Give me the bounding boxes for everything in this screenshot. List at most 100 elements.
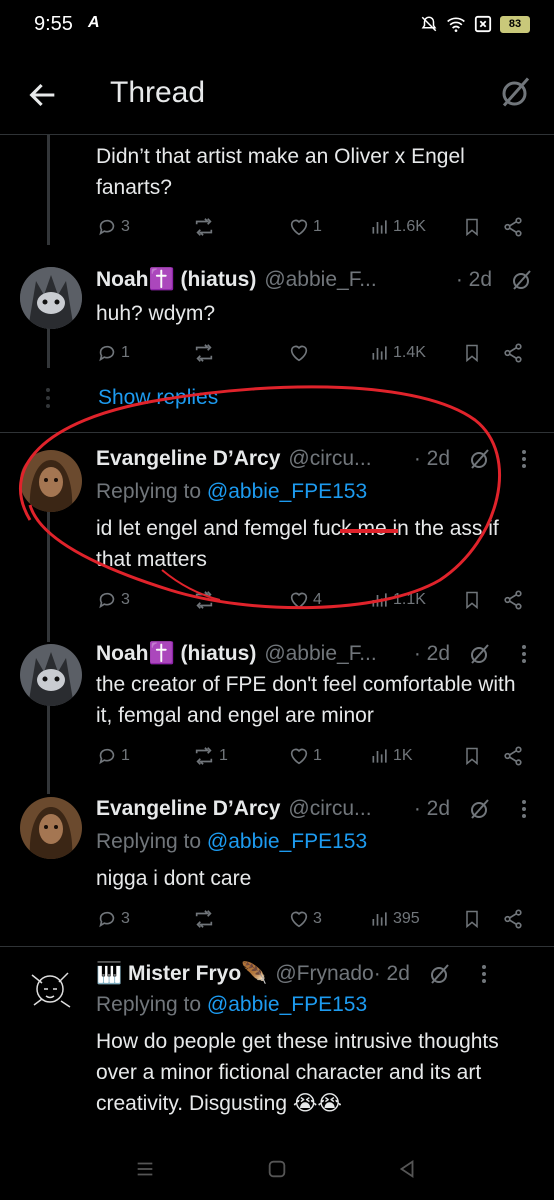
repost-button[interactable] [192,216,288,238]
back-button[interactable] [26,78,60,112]
page-title: Thread [110,76,206,109]
like-button[interactable]: 4 [288,589,370,611]
reply-button[interactable]: 1 [96,745,192,767]
post[interactable]: Didn’t that artist make an Oliver x Enge… [0,135,554,245]
post-text: Didn’t that artist make an Oliver x Enge… [96,145,465,199]
repost-button[interactable] [192,908,288,930]
post-header: Evangeline D’Arcy @circu... · 2d [96,795,534,823]
battery-icon: 83 [500,15,530,33]
post-text: the creator of FPE don't feel comfortabl… [96,673,516,727]
replying-to: Replying to @abbie_FPE153 [96,830,368,853]
show-replies-link[interactable]: Show replies [98,386,218,410]
bookmark-icon [466,910,478,929]
bookmark-button[interactable] [462,216,502,238]
views-button[interactable]: 1K [370,746,462,766]
bookmark-button[interactable] [462,745,502,767]
replying-to-link[interactable]: @abbie_FPE153 [207,993,367,1016]
handle[interactable]: @circu... [288,447,371,471]
repost-button[interactable] [192,342,288,364]
display-name[interactable]: Noah✝️ (hiatus) [96,268,256,292]
reply-icon [99,592,115,609]
reply-button[interactable]: 3 [96,589,192,611]
avatar[interactable] [20,644,82,706]
grok-icon[interactable] [428,962,452,986]
status-time: 9:55 [34,13,73,35]
repost-icon [195,910,213,928]
post[interactable]: Noah✝️ (hiatus) @abbie_F... · 2d the cre… [0,628,554,788]
grok-icon[interactable] [468,447,492,471]
display-name[interactable]: Evangeline D’Arcy [96,797,280,821]
more-options-icon[interactable] [514,642,534,666]
like-button[interactable]: 3 [288,908,370,930]
share-icon [504,746,522,766]
heart-icon [290,592,308,609]
post[interactable]: Evangeline D’Arcy @circu... · 2d Replyin… [0,780,554,940]
bookmark-button[interactable] [462,342,502,364]
like-button[interactable] [288,342,370,364]
bookmark-icon [466,747,478,766]
views-button[interactable]: 1.1K [370,590,462,610]
views-count: 1.4K [393,344,426,361]
views-button[interactable]: 1.4K [370,343,462,363]
bookmark-button[interactable] [462,908,502,930]
bookmark-icon [466,218,478,237]
timestamp: · 2d [413,447,450,470]
replying-to-link[interactable]: @abbie_FPE153 [207,830,367,853]
handle[interactable]: @abbie_F... [264,642,376,666]
back-nav-button[interactable] [392,1154,422,1184]
like-count: 1 [313,747,322,764]
post-actions: 3 3 395 [96,905,532,933]
timestamp: · 2d [373,962,410,985]
share-button[interactable] [502,342,532,364]
display-name[interactable]: 🎹 Mister Fryo🪶 [96,962,267,986]
display-name[interactable]: Evangeline D’Arcy [96,447,280,471]
handle[interactable]: @abbie_F... [264,268,376,292]
post[interactable]: Evangeline D’Arcy @circu... · 2d Replyin… [0,433,554,633]
recents-button[interactable] [130,1154,160,1184]
timestamp: · 2d [413,797,450,820]
reply-button[interactable]: 3 [96,908,192,930]
views-button[interactable]: 1.6K [370,217,462,237]
views-button[interactable]: 395 [370,909,462,929]
grok-button[interactable] [498,74,534,110]
like-count: 3 [313,910,322,927]
reply-button[interactable]: 1 [96,342,192,364]
post-header: Evangeline D’Arcy @circu... · 2d [96,445,534,473]
display-name[interactable]: Noah✝️ (hiatus) [96,642,256,666]
grok-icon[interactable] [468,642,492,666]
share-button[interactable] [502,216,532,238]
share-button[interactable] [502,589,532,611]
avatar[interactable] [20,450,82,512]
post[interactable]: Noah✝️ (hiatus) @abbie_F... · 2d huh? wd… [0,250,554,380]
views-count: 1.6K [393,218,426,235]
heart-icon [290,219,308,236]
share-button[interactable] [502,908,532,930]
bookmark-button[interactable] [462,589,502,611]
avatar[interactable] [20,797,82,859]
more-options-icon[interactable] [514,447,534,471]
replying-to-link[interactable]: @abbie_FPE153 [207,480,367,503]
avatar[interactable] [20,961,82,1023]
repost-button[interactable] [192,589,288,611]
reply-count: 1 [121,344,130,361]
grok-icon[interactable] [468,797,492,821]
share-icon [504,217,522,237]
reply-icon [99,748,115,765]
repost-button[interactable]: 1 [192,745,288,767]
views-count: 1K [393,747,413,764]
handle[interactable]: @Frynado [275,962,373,986]
home-button[interactable] [262,1154,292,1184]
more-options-icon[interactable] [474,962,494,986]
views-icon [372,593,387,607]
like-button[interactable]: 1 [288,745,370,767]
handle[interactable]: @circu... [288,797,371,821]
grok-icon[interactable] [510,268,534,292]
like-button[interactable]: 1 [288,216,370,238]
heart-icon [290,911,308,928]
post[interactable]: 🎹 Mister Fryo🪶 @Frynado · 2d Replying to… [0,947,554,1137]
triangle-back-icon [399,1159,414,1179]
more-options-icon[interactable] [514,797,534,821]
reply-button[interactable]: 3 [96,216,192,238]
share-button[interactable] [502,745,532,767]
avatar[interactable] [20,267,82,329]
